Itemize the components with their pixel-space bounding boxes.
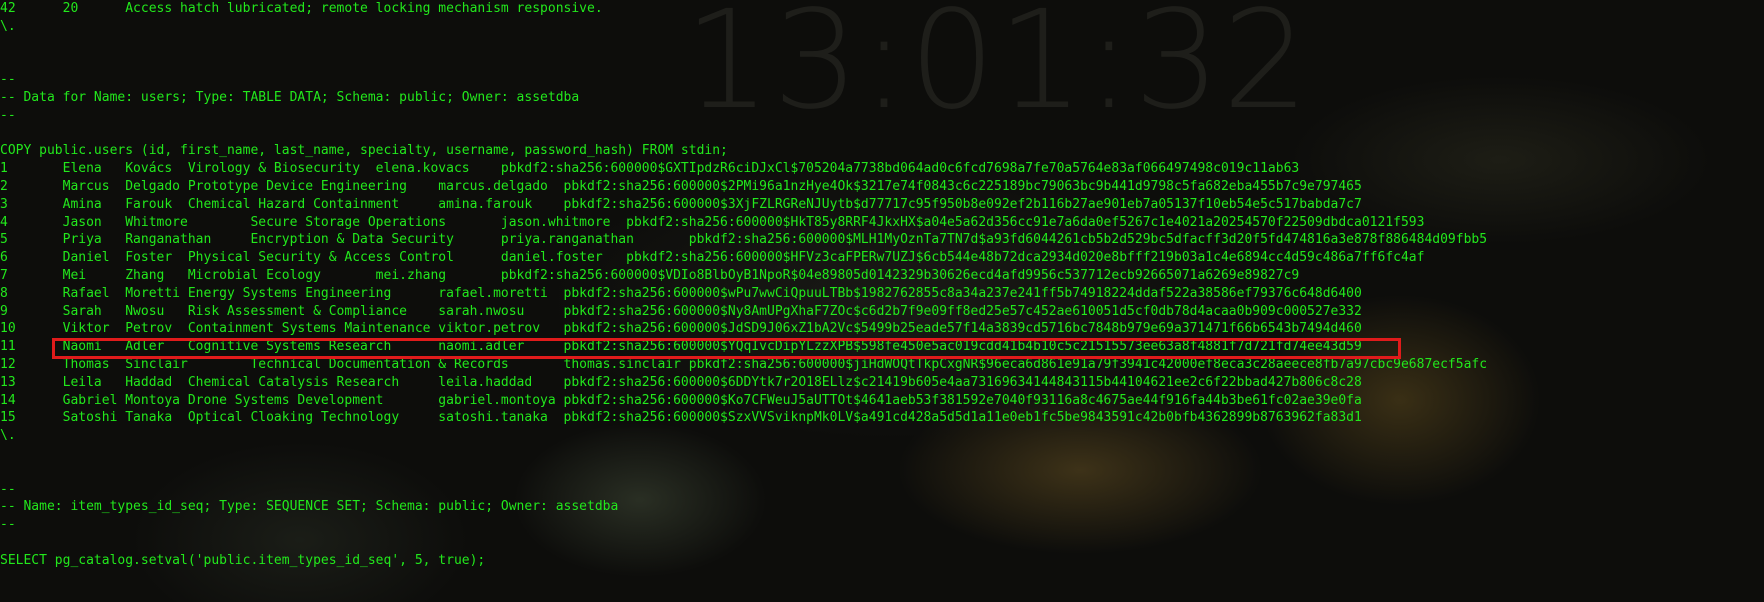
copy-statement: COPY public.users (id, first_name, last_… — [0, 143, 728, 159]
setval-statement: SELECT pg_catalog.setval('public.item_ty… — [0, 552, 486, 568]
terminal-line: 42 20 Access hatch lubricated; remote lo… — [0, 1, 603, 16]
table-row: 14 Gabriel Montoya Drone Systems Develop… — [0, 392, 1362, 408]
table-row: 9 Sarah Nwosu Risk Assessment & Complian… — [0, 303, 1362, 319]
dump-header-block: 42 20 Access hatch lubricated; remote lo… — [0, 0, 1764, 160]
terminal-line: \. — [0, 428, 16, 444]
terminal-line: -- — [0, 517, 16, 533]
table-row: 13 Leila Haddad Chemical Catalysis Resea… — [0, 374, 1362, 390]
terminal-output[interactable]: 42 20 Access hatch lubricated; remote lo… — [0, 0, 1764, 570]
table-row: 7 Mei Zhang Microbial Ecology mei.zhang … — [0, 267, 1300, 283]
terminal-line: -- — [0, 72, 16, 88]
users-table-rows: 1 Elena Kovács Virology & Biosecurity el… — [0, 160, 1764, 427]
highlight-box — [52, 338, 1401, 359]
desktop-screen: 13:01:32 42 20 Access hatch lubricated; … — [0, 0, 1764, 602]
terminal-line: -- Name: item_types_id_seq; Type: SEQUEN… — [0, 499, 619, 515]
terminal-line: \. — [0, 18, 16, 34]
table-row: 1 Elena Kovács Virology & Biosecurity el… — [0, 161, 1300, 177]
table-row: 4 Jason Whitmore Secure Storage Operatio… — [0, 214, 1425, 230]
table-row: 5 Priya Ranganathan Encryption & Data Se… — [0, 232, 1488, 248]
table-row: 3 Amina Farouk Chemical Hazard Containme… — [0, 196, 1362, 212]
table-row: 2 Marcus Delgado Prototype Device Engine… — [0, 178, 1362, 194]
terminal-line: -- — [0, 107, 16, 123]
table-row: 10 Viktor Petrov Containment Systems Mai… — [0, 321, 1362, 337]
table-row: 6 Daniel Foster Physical Security & Acce… — [0, 250, 1425, 266]
dump-footer-block: \. -- -- Name: item_types_id_seq; Type: … — [0, 427, 1764, 569]
table-row: 15 Satoshi Tanaka Optical Cloaking Techn… — [0, 410, 1362, 426]
terminal-line: -- — [0, 481, 16, 497]
terminal-line: -- Data for Name: users; Type: TABLE DAT… — [0, 89, 580, 105]
table-row: 8 Rafael Moretti Energy Systems Engineer… — [0, 285, 1362, 301]
